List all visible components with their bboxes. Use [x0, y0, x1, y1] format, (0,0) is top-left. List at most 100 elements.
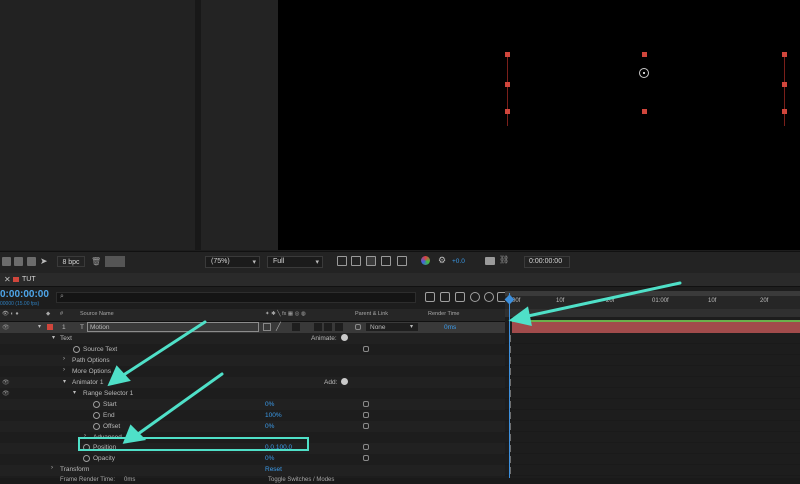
layer-render-time: 0ms	[444, 324, 457, 331]
collapse-switch-icon[interactable]	[263, 323, 271, 331]
link-snapshot-icon[interactable]: ⛓	[499, 255, 509, 264]
toggle-switches-button[interactable]: Toggle Switches / Modes	[268, 477, 334, 483]
visibility-icon[interactable]: 👁	[2, 379, 10, 386]
viewer-timecode[interactable]: 0:00:00:00	[524, 256, 570, 268]
comp-mini-flowchart-icon[interactable]	[425, 292, 435, 302]
channel-icon[interactable]	[421, 256, 430, 265]
settings-icon[interactable]: ➤	[40, 257, 49, 266]
path-handle[interactable]	[642, 52, 647, 57]
expand-arrow-icon[interactable]: ›	[51, 465, 53, 471]
path-handle[interactable]	[782, 109, 787, 114]
time-navigator[interactable]	[505, 291, 800, 296]
path-handle[interactable]	[782, 52, 787, 57]
composition-viewer[interactable]	[278, 0, 800, 250]
transparency-icon[interactable]	[397, 256, 407, 266]
frame-render-value: 0ms	[124, 477, 136, 483]
expand-arrow-icon[interactable]: ▾	[52, 334, 55, 341]
layer-color-label[interactable]	[47, 324, 53, 330]
timeline-tab[interactable]: TUT	[22, 276, 36, 283]
source-text-label[interactable]: Source Text	[83, 346, 117, 353]
camera-icon[interactable]	[485, 257, 495, 265]
end-label[interactable]: End	[103, 412, 115, 419]
layer-name[interactable]: Motion	[90, 324, 110, 331]
close-icon[interactable]: ✕	[4, 275, 11, 284]
trash-icon[interactable]: 🗑	[91, 257, 101, 266]
expand-arrow-icon[interactable]: ▾	[63, 378, 66, 385]
path-options-label[interactable]: Path Options	[72, 357, 110, 364]
visibility-icon[interactable]: 👁	[2, 390, 10, 397]
composition-icon[interactable]	[27, 257, 36, 266]
zoom-dropdown[interactable]: (75%) ▾	[205, 256, 260, 268]
playhead[interactable]	[509, 293, 510, 484]
switch-box[interactable]	[335, 323, 343, 331]
expand-arrow-icon[interactable]: ›	[63, 367, 65, 373]
layer-duration-bar[interactable]	[512, 322, 800, 333]
start-label[interactable]: Start	[103, 401, 117, 408]
path-handle[interactable]	[505, 52, 510, 57]
offset-value[interactable]: 0%	[265, 423, 274, 430]
path-handle[interactable]	[505, 109, 510, 114]
opacity-label[interactable]: Opacity	[93, 455, 115, 462]
path-handle[interactable]	[642, 109, 647, 114]
expression-pickwhip-icon[interactable]	[363, 412, 369, 418]
transform-label[interactable]: Transform	[60, 466, 89, 473]
more-options-label[interactable]: More Options	[72, 368, 111, 375]
bit-depth-button[interactable]: 8 bpc	[57, 256, 85, 267]
expression-pickwhip-icon[interactable]	[363, 455, 369, 461]
motion-blur-icon[interactable]	[484, 292, 494, 302]
transform-reset[interactable]: Reset	[265, 466, 282, 473]
frame-blending-icon[interactable]	[470, 292, 480, 302]
layer-search-input[interactable]	[56, 292, 416, 303]
stopwatch-icon[interactable]	[73, 346, 80, 353]
animate-menu-icon[interactable]	[341, 334, 348, 341]
stopwatch-icon[interactable]	[83, 455, 90, 462]
source-name-header[interactable]: Source Name	[80, 311, 114, 317]
new-folder-icon[interactable]	[14, 257, 23, 266]
fit-icon[interactable]	[337, 256, 347, 266]
layer-name-field[interactable]	[87, 322, 259, 332]
resolution-dropdown[interactable]: Full ▾	[267, 256, 323, 268]
shy-icon[interactable]	[455, 292, 465, 302]
timeline-track	[505, 355, 800, 366]
pickwhip-icon[interactable]	[355, 324, 361, 330]
range-selector-label[interactable]: Range Selector 1	[83, 390, 133, 397]
expression-pickwhip-icon[interactable]	[363, 401, 369, 407]
timeline-track	[505, 344, 800, 355]
switch-box[interactable]	[314, 323, 322, 331]
mask-icon[interactable]	[366, 256, 376, 266]
folder-icon[interactable]	[2, 257, 11, 266]
property-row	[0, 454, 505, 465]
start-value[interactable]: 0%	[265, 401, 274, 408]
grid-icon[interactable]	[351, 256, 361, 266]
expression-pickwhip-icon[interactable]	[363, 346, 369, 352]
draft-3d-icon[interactable]	[440, 292, 450, 302]
opacity-value[interactable]: 0%	[265, 455, 274, 462]
exposure-icon[interactable]: ⚙	[438, 255, 446, 266]
current-time-display[interactable]: 0:00:00:00	[0, 289, 49, 300]
animator-label[interactable]: Animator 1	[72, 379, 103, 386]
search-icon: ⌕	[60, 293, 64, 300]
expression-pickwhip-icon[interactable]	[363, 423, 369, 429]
work-area-bar[interactable]	[505, 309, 800, 317]
region-icon[interactable]	[381, 256, 391, 266]
expression-pickwhip-icon[interactable]	[363, 444, 369, 450]
expand-arrow-icon[interactable]: ▾	[73, 389, 76, 396]
anchor-point-icon[interactable]	[639, 68, 649, 78]
expand-arrow-icon[interactable]: ▾	[38, 323, 41, 330]
end-value[interactable]: 100%	[265, 412, 282, 419]
stopwatch-icon[interactable]	[93, 423, 100, 430]
color-swatch[interactable]	[105, 256, 125, 267]
switch-box[interactable]	[292, 323, 300, 331]
path-handle[interactable]	[782, 82, 787, 87]
expand-arrow-icon[interactable]: ›	[63, 356, 65, 362]
quality-switch-icon[interactable]: ╱	[276, 322, 281, 331]
offset-label[interactable]: Offset	[103, 423, 120, 430]
add-menu-icon[interactable]	[341, 378, 348, 385]
exposure-value[interactable]: +0.0	[452, 258, 465, 265]
path-handle[interactable]	[505, 82, 510, 87]
stopwatch-icon[interactable]	[93, 412, 100, 419]
stopwatch-icon[interactable]	[93, 401, 100, 408]
switch-box[interactable]	[324, 323, 332, 331]
visibility-icon[interactable]: 👁	[2, 324, 10, 331]
text-group-label[interactable]: Text	[60, 335, 72, 342]
